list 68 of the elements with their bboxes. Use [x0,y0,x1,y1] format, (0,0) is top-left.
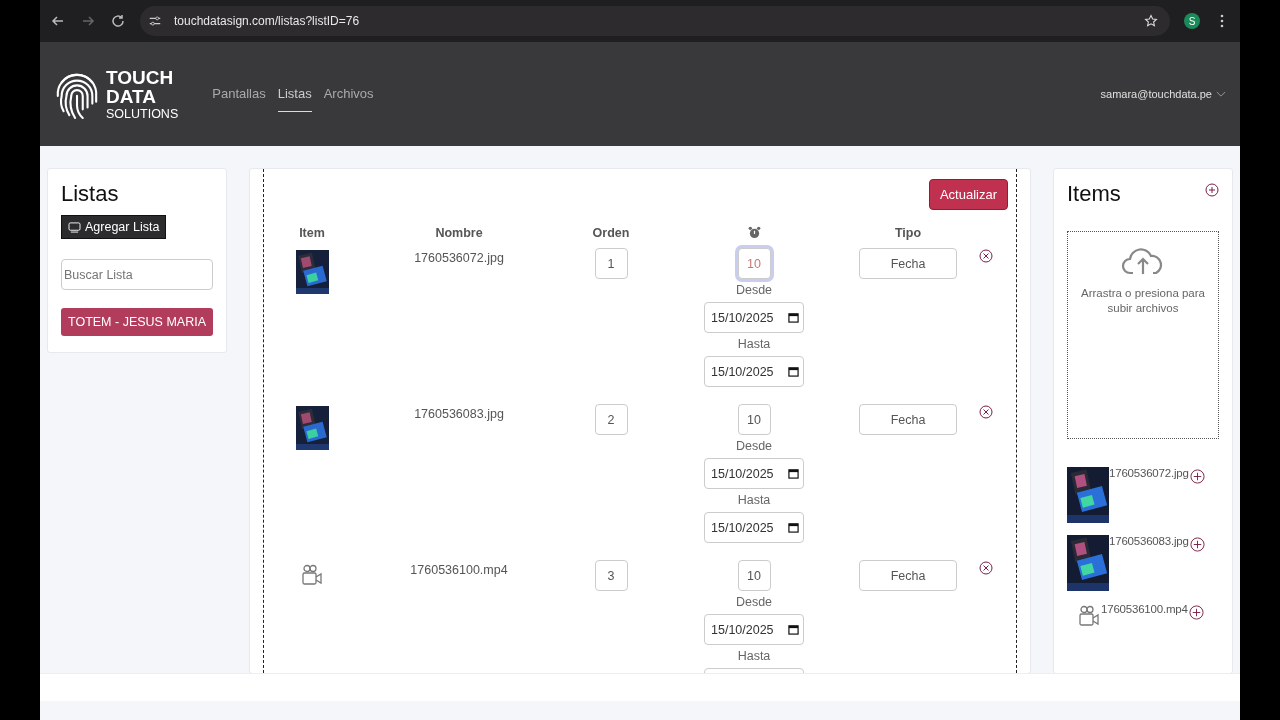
column-header: Item [298,226,326,240]
desde-label: Desde [735,439,773,454]
hasta-label: Hasta [737,337,771,352]
add-icon[interactable] [1188,605,1204,620]
date-field[interactable]: 15/10/2025 [704,458,804,489]
duration-field[interactable]: 10 [737,560,771,591]
add-icon[interactable] [1205,183,1219,197]
logo-text: TOUCH [106,67,175,87]
site-settings-icon[interactable] [148,14,162,28]
hasta-label: Hasta [737,649,771,664]
date-field[interactable]: 15/10/2025 [704,356,804,387]
remove-icon[interactable] [979,561,993,575]
calendar-icon[interactable] [788,624,799,635]
search-field[interactable]: Buscar Lista [61,259,213,290]
add-icon[interactable] [1189,537,1205,552]
file-name: 1760536072.jpg [1109,467,1189,479]
date-field[interactable]: 15/10/2025 [704,302,804,333]
nav-link[interactable]: Pantallas [212,76,266,112]
items-title: Items [1067,181,1121,207]
nav-link[interactable]: Archivos [323,76,374,112]
chevron-down-icon[interactable] [1216,90,1226,98]
hasta-label: Hasta [737,493,771,508]
remove-icon[interactable] [979,249,993,263]
file-name: 1760536100.mp4 [410,563,508,577]
column-header: Tipo [893,226,923,240]
user-menu[interactable]: samara@touchdata.pe [1100,88,1226,100]
add-icon[interactable] [1189,469,1205,484]
calendar-icon[interactable] [788,468,799,479]
star-icon[interactable] [1144,14,1158,28]
duration-field[interactable]: 10 [737,404,771,435]
date-field[interactable]: 15/10/2025 [704,614,804,645]
list-button[interactable]: TOTEM - JESUS MARIA [61,308,213,336]
column-header: Nombre [434,226,484,240]
desde-label: Desde [735,595,773,610]
logo-text: DATA [106,86,157,106]
type-field[interactable]: Fecha [859,404,957,435]
nav-link[interactable]: Listas [277,76,312,112]
calendar-icon[interactable] [788,522,799,533]
calendar-icon[interactable] [788,312,799,323]
reload-icon[interactable] [110,13,126,29]
file-name: 1760536100.mp4 [1101,603,1188,615]
file-name: 1760536072.jpg [414,251,504,265]
upload-hint: Arrastra o presiona para subir archivos [1080,286,1206,316]
upload-dropzone[interactable]: Arrastra o presiona para subir archivos [1067,231,1219,439]
video-camera-icon [300,564,324,586]
calendar-icon[interactable] [788,366,799,377]
alarm-clock-icon [747,226,761,239]
address-bar[interactable]: touchdatasign.com/listas?listID=76 [140,6,1170,36]
update-button[interactable]: Actualizar [928,179,1008,210]
file-name: 1760536083.jpg [414,407,504,421]
file-name: 1760536083.jpg [1109,535,1189,547]
lists-title: Listas [61,181,119,207]
order-field[interactable]: 2 [594,404,628,435]
type-field[interactable]: Fecha [859,248,957,279]
order-field[interactable]: 1 [594,248,628,279]
video-camera-icon [1077,605,1101,627]
type-field[interactable]: Fecha [859,560,957,591]
monitor-icon [68,221,81,233]
add-list-button[interactable]: Agregar Lista [61,215,167,239]
date-field[interactable]: 15/10/2025 [704,512,804,543]
column-header: Orden [591,226,631,240]
desde-label: Desde [735,283,773,298]
logo-text: SOLUTIONS [106,107,179,121]
remove-icon[interactable] [979,405,993,419]
cloud-upload-icon [1121,246,1165,276]
url-text: touchdatasign.com/listas?listID=76 [174,14,361,28]
profile-avatar[interactable]: S [1184,13,1200,29]
order-field[interactable]: 3 [594,560,628,591]
